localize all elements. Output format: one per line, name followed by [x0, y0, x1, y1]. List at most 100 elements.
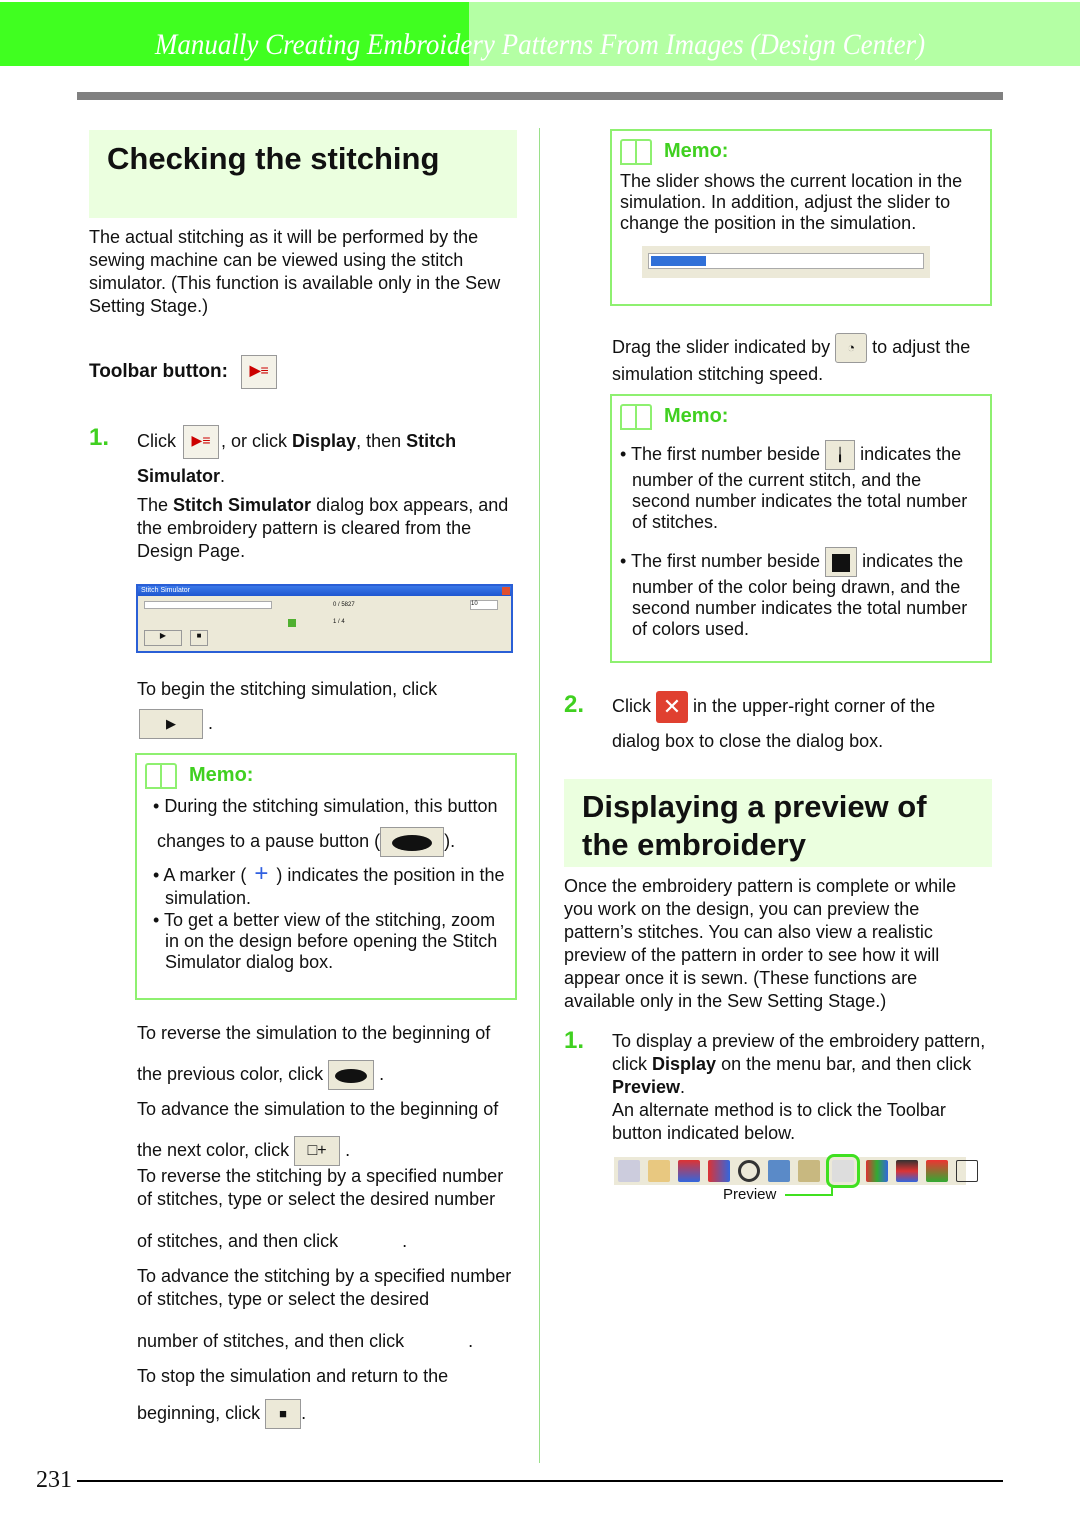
flip-horizontal-icon[interactable] [708, 1160, 730, 1183]
memo-box: Memo: The slider shows the current locat… [610, 129, 992, 306]
color-counter: 1 / 4 [333, 619, 345, 625]
text: Click [612, 696, 651, 716]
step-number: 1. [89, 424, 110, 451]
text: A marker ( [163, 865, 247, 885]
previous-color-button[interactable] [328, 1060, 375, 1091]
text: indicates the [862, 550, 964, 571]
chapter-title: Manually Creating Embroidery Patterns Fr… [154, 28, 926, 61]
text: on the menu bar, and then click [721, 1054, 972, 1074]
stop-text-2: beginning, click ■. [137, 1396, 306, 1430]
step2-text: Click ✕ in the upper-right corner of the [612, 689, 936, 724]
preview-step-text: To display a preview of the embroidery p… [612, 1030, 987, 1145]
text: Drag the slider indicated by [612, 337, 831, 357]
stitch-simulator-icon[interactable] [896, 1160, 918, 1183]
intro-text: The actual stitching as it will be perfo… [89, 227, 501, 316]
memo-title: Memo: [664, 139, 729, 162]
copy-icon[interactable] [618, 1160, 640, 1183]
stop-button[interactable]: ■ [265, 1399, 302, 1430]
book-icon [620, 139, 652, 165]
paste-icon[interactable] [648, 1160, 670, 1183]
sewing-order-icon[interactable] [798, 1160, 820, 1183]
memo-title: Memo: [189, 763, 254, 786]
drag-text: Drag the slider indicated by ◔ to adjust… [612, 330, 992, 364]
column-divider [539, 128, 540, 1463]
sewing-attributes-icon[interactable] [768, 1160, 790, 1183]
reverse-stitch-text: To reverse the stitching by a specified … [137, 1166, 504, 1209]
start-button[interactable]: ▶ [139, 709, 203, 739]
memo-bullet-cont: changes to a pause button (). [145, 824, 507, 858]
text: to adjust the [872, 337, 971, 357]
page-number: 231 [36, 1467, 72, 1493]
book-icon [620, 404, 652, 430]
progress-slider[interactable] [144, 601, 272, 609]
begin-row: ▶ . [139, 709, 213, 739]
speed-slider-icon: ◔ [835, 333, 868, 364]
rotate-icon[interactable] [738, 1160, 760, 1183]
text: ). [444, 831, 456, 851]
next-color-button[interactable]: □+ [294, 1136, 341, 1167]
step-number: 2. [564, 691, 585, 718]
text: , or click [221, 431, 288, 451]
text: beginning, click [137, 1403, 261, 1423]
dialog-titlebar: Stitch Simulator [138, 586, 511, 596]
color-swatch [288, 619, 296, 627]
step-count-input[interactable]: 10 [470, 600, 498, 610]
toolbar [614, 1154, 978, 1189]
reverse-stitch-text-2: of stitches, and then click. [137, 1231, 408, 1251]
outline-icon[interactable] [956, 1160, 978, 1183]
text: The [137, 495, 169, 515]
advance-stitch-text: To advance the stitching by a specified … [137, 1266, 512, 1309]
text: of stitches, and then click [137, 1231, 339, 1251]
footer-rule [77, 1480, 1003, 1482]
slider-fill [651, 256, 706, 266]
memo-text: The slider shows the current location in… [620, 171, 963, 233]
color-swatch-icon [825, 547, 858, 577]
text: in the upper-right corner of the [693, 696, 936, 716]
text: An alternate method is to click the Tool… [612, 1100, 946, 1143]
text: number of the color being drawn, and the… [632, 577, 968, 639]
stop-button[interactable]: ■ [190, 630, 208, 646]
text: , then [356, 431, 402, 451]
step-number: 1. [564, 1027, 585, 1054]
realistic-preview-icon[interactable] [866, 1160, 888, 1183]
slider-track[interactable] [648, 253, 924, 269]
toolbar-label-text: Toolbar button: [89, 361, 228, 382]
dialog-appears-text: The Stitch Simulator dialog box appears,… [137, 494, 517, 563]
stitch-counter: 0 / 5827 [333, 602, 355, 608]
preview-callout: Preview [723, 1186, 777, 1203]
memo-bullet: • The first number beside ╽ indicates th… [620, 440, 982, 533]
advance-stitch-text-2: number of stitches, and then click. [137, 1331, 474, 1351]
memo-bullet: • A marker (+) indicates the position in… [153, 860, 505, 909]
text: Stitch Simulator [173, 495, 312, 515]
reverse-color-text: To reverse the simulation to the beginni… [137, 1013, 517, 1095]
step1-text: Click ▶≡, or click Display, then Stitch … [137, 424, 517, 493]
advance-color-text: To advance the simulation to the beginni… [137, 1089, 517, 1171]
memo-box: Memo: • During the stitching simulation,… [135, 753, 517, 1000]
memo-box: Memo: • The first number beside ╽ indica… [610, 394, 992, 663]
section-heading-box: Checking the stitching [89, 130, 517, 218]
section-title: Checking the stitching [107, 141, 440, 176]
start-button[interactable]: ▶ [144, 630, 182, 646]
text: To get a better view of the stitching, z… [163, 910, 498, 972]
memo-bullet: • The first number beside indicates the … [620, 547, 982, 640]
step2-text-2: dialog box to close the dialog box. [612, 731, 884, 751]
stitch-needle-icon: ╽ [825, 440, 856, 470]
preview-intro: Once the embroidery pattern is complete … [564, 876, 957, 1011]
memo-title: Memo: [664, 404, 729, 427]
slider-illustration [642, 246, 930, 278]
close-x-icon: ✕ [656, 691, 689, 724]
close-icon[interactable] [502, 587, 510, 595]
stitch-simulator-icon[interactable]: ▶≡ [241, 354, 278, 389]
marker-icon: + [254, 860, 269, 887]
text: changes to a pause button ( [157, 831, 381, 851]
stitch-simulator-button[interactable]: ▶≡ [183, 425, 220, 460]
preview-button[interactable] [826, 1154, 860, 1189]
text: The first number beside [630, 550, 821, 571]
photo-stitch-icon[interactable] [926, 1160, 948, 1183]
flip-vertical-icon[interactable] [678, 1160, 700, 1183]
stitch-simulator-dialog: Stitch Simulator ▶ ■ 0 / 5827 1 / 4 10 [136, 584, 513, 653]
text: . [220, 466, 226, 487]
section-heading-box: Displaying a preview of the embroidery [564, 779, 992, 867]
text: The first number beside [630, 443, 821, 464]
menu-display: Display [292, 431, 357, 451]
